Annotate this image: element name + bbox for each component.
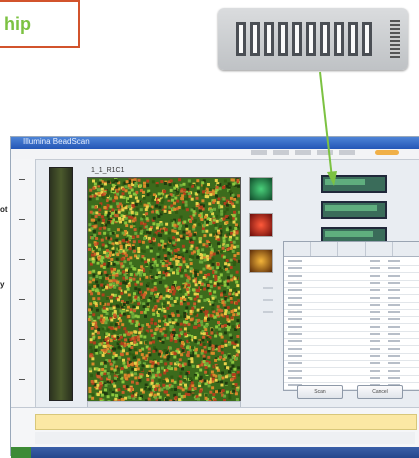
menu-item-active[interactable] xyxy=(375,150,399,155)
bottom-panel xyxy=(11,407,419,458)
side-mark xyxy=(263,311,273,313)
chip-well xyxy=(320,22,330,56)
toolbar-tick xyxy=(19,339,25,340)
left-toolbar xyxy=(11,159,36,417)
chip-well xyxy=(348,22,358,56)
thumb-yellow-icon[interactable] xyxy=(249,249,273,273)
title-bar: Illumina BeadScan xyxy=(11,137,419,149)
toolbar-tick xyxy=(19,259,25,260)
toolbar-tick xyxy=(19,219,25,220)
progress-row xyxy=(35,432,415,444)
menu-item[interactable] xyxy=(251,150,267,155)
chip-well xyxy=(292,22,302,56)
chip-well xyxy=(250,22,260,56)
side-label: ot xyxy=(0,205,8,214)
channel-bar xyxy=(321,201,387,219)
chip-well xyxy=(264,22,274,56)
toolbar-tick xyxy=(19,379,25,380)
scan-image xyxy=(87,177,241,403)
chip-well xyxy=(334,22,344,56)
menu-bar xyxy=(11,149,419,160)
thumb-red-icon[interactable] xyxy=(249,213,273,237)
start-button[interactable] xyxy=(11,447,31,458)
toolbar-tick xyxy=(19,179,25,180)
channel-bar xyxy=(321,175,387,193)
data-table[interactable] xyxy=(283,241,419,391)
status-row xyxy=(35,414,417,430)
menu-item[interactable] xyxy=(273,150,289,155)
side-mark xyxy=(263,299,273,301)
chip-well xyxy=(278,22,288,56)
side-label: y xyxy=(0,280,5,289)
thumb-green-icon[interactable] xyxy=(249,177,273,201)
cancel-button[interactable]: Cancel xyxy=(357,385,403,399)
chip-well xyxy=(236,22,246,56)
side-mark xyxy=(263,287,273,289)
menu-item[interactable] xyxy=(339,150,355,155)
chip-well xyxy=(362,22,372,56)
toolbar-tick xyxy=(19,299,25,300)
scan-button[interactable]: Scan xyxy=(297,385,343,399)
chip-label-box: hip xyxy=(0,0,80,48)
scan-image-header: 1_1_R1C1 xyxy=(91,167,125,174)
table-header xyxy=(284,242,419,257)
app-title: Illumina BeadScan xyxy=(23,137,90,146)
beadchip-strip-image xyxy=(49,167,73,401)
chip-barcode xyxy=(390,20,400,58)
app-window: Illumina BeadScan 1_1_R1C1 Scan Cancel xyxy=(10,136,419,458)
chip-photo xyxy=(218,8,408,70)
menu-item[interactable] xyxy=(317,150,333,155)
chip-well xyxy=(306,22,316,56)
menu-item[interactable] xyxy=(295,150,311,155)
chip-label: hip xyxy=(4,14,31,34)
taskbar xyxy=(11,447,419,458)
